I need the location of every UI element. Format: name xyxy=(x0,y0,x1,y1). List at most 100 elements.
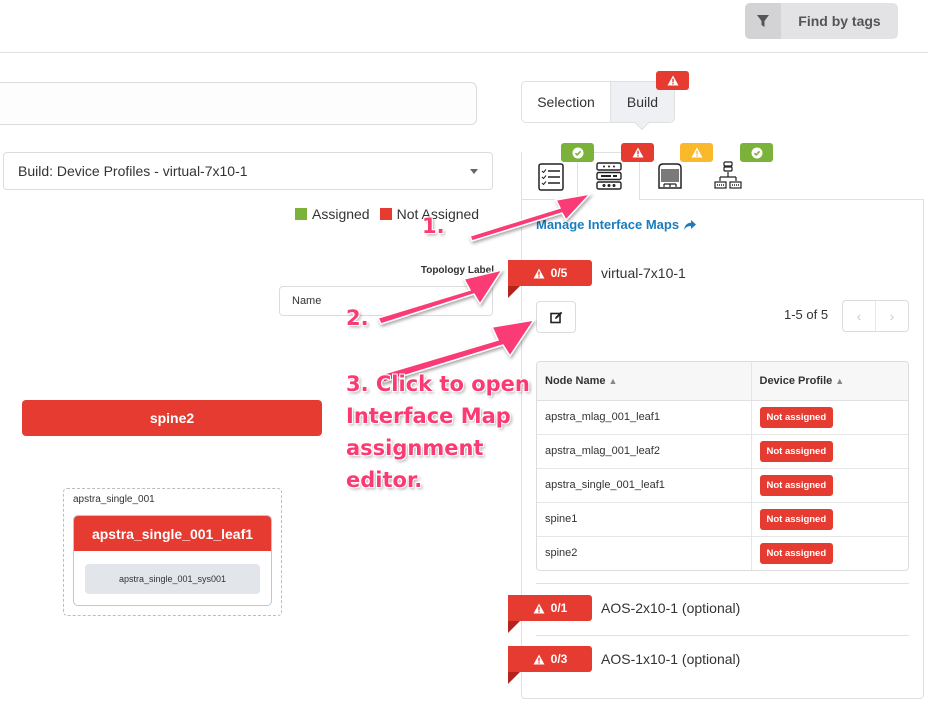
legend-label: Assigned xyxy=(312,206,370,222)
annotation-step-2: 2. xyxy=(346,306,369,330)
sort-icon: ▲︎ xyxy=(608,375,618,386)
check-circle-icon xyxy=(751,147,762,158)
topology-label-select[interactable]: Name xyxy=(279,286,493,316)
topology-node-spine2[interactable]: spine2 xyxy=(22,400,322,436)
share-arrow-icon xyxy=(684,219,697,230)
tab-border xyxy=(521,152,522,200)
tab-border xyxy=(640,199,924,200)
column-label: Device Profile xyxy=(759,374,833,387)
not-assigned-badge: Not assigned xyxy=(759,474,834,496)
node-name-cell: apstra_mlag_001_leaf2 xyxy=(537,434,752,469)
group-count: 0/1 xyxy=(550,601,568,615)
group-count: 0/5 xyxy=(550,266,568,280)
table-row: apstra_mlag_001_leaf1 Not assigned xyxy=(537,400,908,435)
list-checks-icon xyxy=(538,163,564,191)
table-header-row: Node Name ▲︎ Device Profile ▲︎ xyxy=(537,362,908,401)
annotation-step-3: 3. Click to open Interface Map assignmen… xyxy=(346,372,530,492)
not-assigned-badge: Not assigned xyxy=(759,508,834,530)
warning-icon xyxy=(533,654,545,664)
table-row: spine2 Not assigned xyxy=(537,536,908,570)
build-warning-badge xyxy=(656,71,689,90)
group-divider xyxy=(536,583,909,584)
table-row: apstra_single_001_leaf1 Not assigned xyxy=(537,468,908,503)
topology-label-title: Topology Label xyxy=(420,265,494,276)
config-status-badge xyxy=(740,143,773,162)
warning-icon xyxy=(533,268,545,278)
device-profiles-status-badge xyxy=(621,143,654,162)
topology-node-leaf[interactable]: apstra_single_001_leaf1 apstra_single_00… xyxy=(73,515,272,606)
node-name-cell: apstra_mlag_001_leaf1 xyxy=(537,400,752,435)
legend-assigned: Assigned xyxy=(295,206,370,222)
rack-group[interactable]: apstra_single_001 apstra_single_001_leaf… xyxy=(63,488,282,616)
ribbon-fold xyxy=(508,621,520,633)
device-profile-cell: Not assigned xyxy=(751,502,908,537)
header-divider xyxy=(0,52,928,53)
not-assigned-badge: Not assigned xyxy=(759,406,834,428)
annotation-step-1: 1. xyxy=(422,214,445,238)
prev-page-button[interactable]: ‹ xyxy=(843,301,876,331)
tab-device-profiles[interactable] xyxy=(593,160,625,192)
tab-config[interactable] xyxy=(712,160,744,194)
warning-icon xyxy=(632,147,643,158)
rack-group-label: apstra_single_001 xyxy=(73,494,155,505)
pagination-summary: 1-5 of 5 xyxy=(784,307,829,322)
view-select[interactable]: Build: Device Profiles - virtual-7x10-1 xyxy=(3,152,493,190)
system-node[interactable]: apstra_single_001_sys001 xyxy=(85,564,260,594)
tab-border xyxy=(522,199,577,200)
legend: Assigned Not Assigned xyxy=(295,206,489,222)
group-status-ribbon: 0/3 xyxy=(508,646,592,672)
device-profile-cell: Not assigned xyxy=(751,400,908,435)
edit-icon xyxy=(549,311,562,323)
column-label: Node Name xyxy=(545,374,606,387)
mode-tabs: Selection Build xyxy=(521,81,675,123)
not-assigned-badge: Not assigned xyxy=(759,542,834,564)
ribbon-fold xyxy=(508,286,520,298)
tab-selection[interactable]: Selection xyxy=(522,82,611,122)
table-row: spine1 Not assigned xyxy=(537,502,908,537)
filter-icon xyxy=(745,3,781,39)
warning-icon xyxy=(667,75,678,86)
check-circle-icon xyxy=(572,147,583,158)
group-count: 0/3 xyxy=(550,652,568,666)
find-by-tags-button[interactable]: Find by tags xyxy=(745,3,898,39)
group-divider xyxy=(536,635,909,636)
warning-icon xyxy=(533,603,545,613)
not-assigned-swatch xyxy=(379,208,392,220)
table-row: apstra_mlag_001_leaf2 Not assigned xyxy=(537,434,908,469)
leaf-node-title: apstra_single_001_leaf1 xyxy=(74,516,271,551)
not-assigned-badge: Not assigned xyxy=(759,440,834,462)
node-name-cell: spine1 xyxy=(537,502,752,537)
view-select-value: Build: Device Profiles - virtual-7x10-1 xyxy=(18,163,248,179)
next-page-button[interactable]: › xyxy=(876,301,908,331)
warning-icon xyxy=(691,147,702,158)
device-profile-cell: Not assigned xyxy=(751,434,908,469)
manage-link-label: Manage Interface Maps xyxy=(536,217,680,232)
group-name: AOS-2x10-1 (optional) xyxy=(601,600,741,616)
tab-devices[interactable] xyxy=(653,160,687,194)
network-topology-icon xyxy=(714,161,742,189)
device-chassis-icon xyxy=(658,163,682,189)
group-status-ribbon: 0/5 xyxy=(508,260,592,286)
node-name-cell: apstra_single_001_leaf1 xyxy=(537,468,752,503)
resources-status-badge xyxy=(561,143,594,162)
pagination: ‹ › xyxy=(842,300,909,332)
device-profile-cell: Not assigned xyxy=(751,536,908,570)
sort-icon: ▲︎ xyxy=(835,375,845,386)
column-device-profile[interactable]: Device Profile ▲︎ xyxy=(751,362,908,401)
group-status-ribbon: 0/1 xyxy=(508,595,592,621)
assigned-swatch xyxy=(295,208,307,220)
find-by-tags-label: Find by tags xyxy=(798,13,881,29)
node-assignment-table: Node Name ▲︎ Device Profile ▲︎ apstra_mlag… xyxy=(536,361,909,571)
manage-interface-maps-link[interactable]: Manage Interface Maps xyxy=(536,217,697,232)
server-stack-icon xyxy=(596,162,622,190)
group-name: virtual-7x10-1 xyxy=(601,265,686,281)
ribbon-fold xyxy=(508,672,520,684)
column-node-name[interactable]: Node Name ▲︎ xyxy=(537,362,752,401)
search-input[interactable] xyxy=(0,82,477,125)
edit-assignments-button[interactable] xyxy=(536,301,576,333)
tab-resources[interactable] xyxy=(535,162,567,192)
group-name: AOS-1x10-1 (optional) xyxy=(601,651,741,667)
chevron-down-icon xyxy=(470,168,478,174)
node-name-cell: spine2 xyxy=(537,536,752,570)
device-profile-cell: Not assigned xyxy=(751,468,908,503)
